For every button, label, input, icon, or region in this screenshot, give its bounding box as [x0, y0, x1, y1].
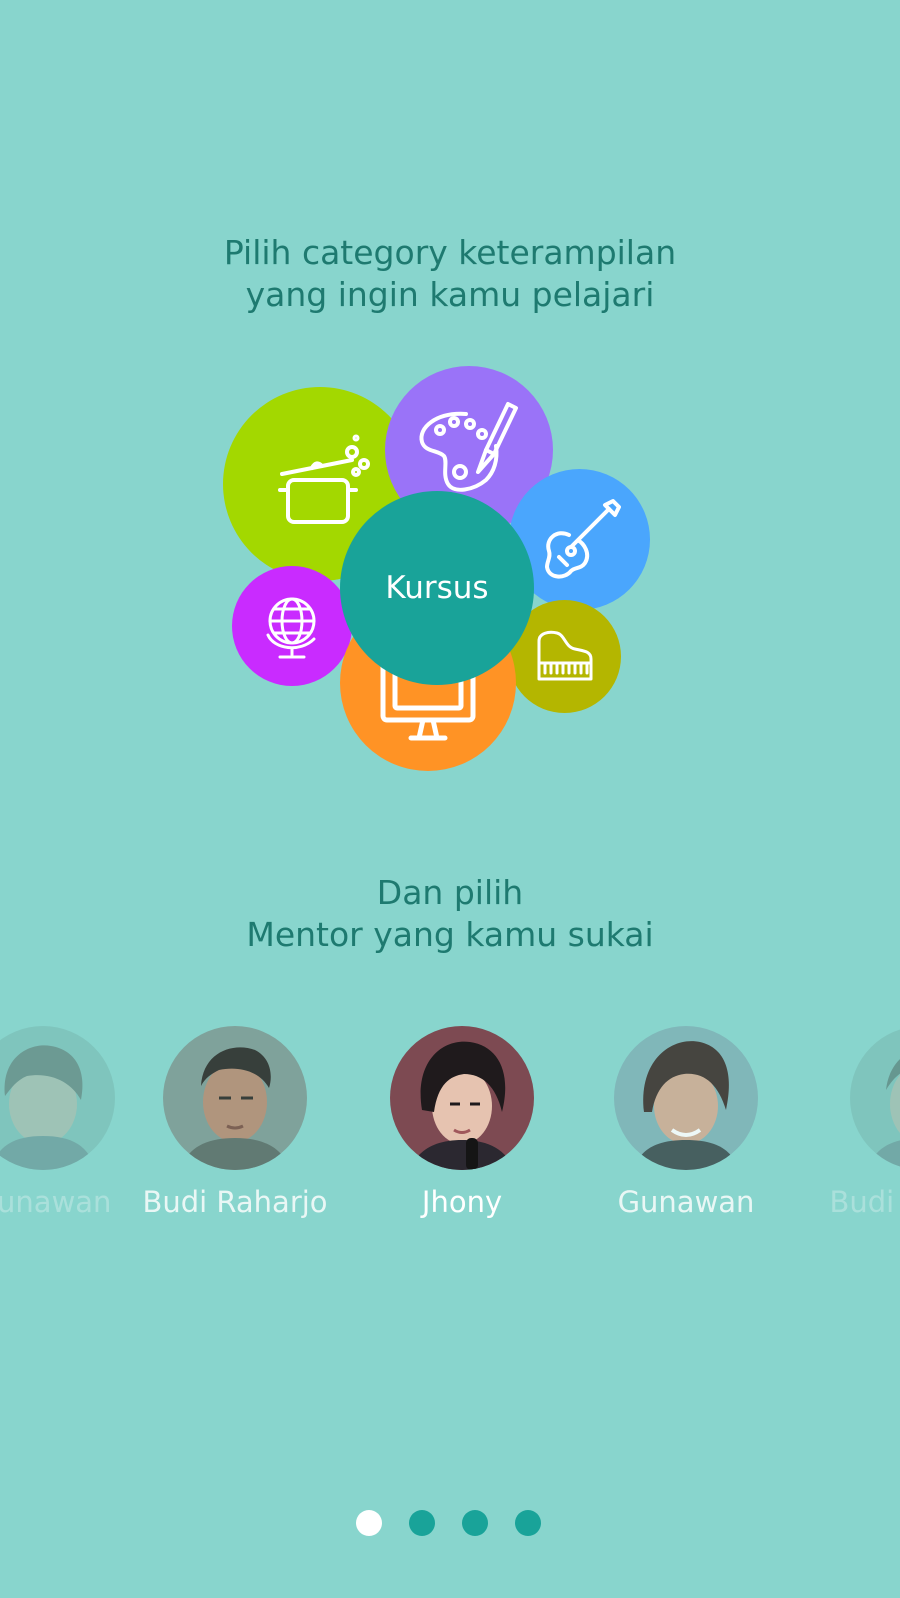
category-bubble-language[interactable] — [232, 566, 352, 686]
avatar — [163, 1026, 307, 1170]
mentor-card[interactable]: Budi Raharjo — [807, 1026, 900, 1220]
mentor-headline-line1: Dan pilih — [376, 873, 524, 912]
mentor-card[interactable]: Budi Raharjo — [120, 1026, 350, 1220]
avatar — [390, 1026, 534, 1170]
mentor-name: Gunawan — [617, 1185, 755, 1219]
avatar — [614, 1026, 758, 1170]
mentor-name: Budi Raharjo — [829, 1185, 900, 1219]
avatar — [850, 1026, 900, 1170]
category-center-label: Kursus — [385, 570, 489, 606]
category-headline: Pilih category keterampilan yang ingin k… — [0, 232, 900, 316]
category-center-kursus[interactable]: Kursus — [340, 491, 534, 685]
mentor-headline-line2: Mentor yang kamu sukai — [246, 915, 654, 954]
page-dot-4[interactable] — [515, 1510, 541, 1536]
mentor-name: Jhony — [421, 1185, 503, 1219]
mentor-card[interactable]: Gunawan — [571, 1026, 801, 1220]
page-dot-1[interactable] — [356, 1510, 382, 1536]
cooking-pot-icon — [278, 434, 370, 524]
mentor-card-selected[interactable]: Jhony — [347, 1026, 577, 1220]
page-indicator — [356, 1510, 541, 1536]
category-headline-line1: Pilih category keterampilan — [223, 233, 677, 272]
page-dot-3[interactable] — [462, 1510, 488, 1536]
guitar-icon — [544, 498, 621, 578]
piano-icon — [537, 630, 592, 680]
mentor-name: Budi Raharjo — [142, 1185, 328, 1219]
page-dot-2[interactable] — [409, 1510, 435, 1536]
avatar — [0, 1026, 115, 1170]
category-headline-line2: yang ingin kamu pelajari — [245, 275, 655, 314]
mentor-headline: Dan pilih Mentor yang kamu sukai — [0, 872, 900, 956]
globe-icon — [266, 597, 316, 659]
paint-palette-icon — [419, 402, 518, 492]
